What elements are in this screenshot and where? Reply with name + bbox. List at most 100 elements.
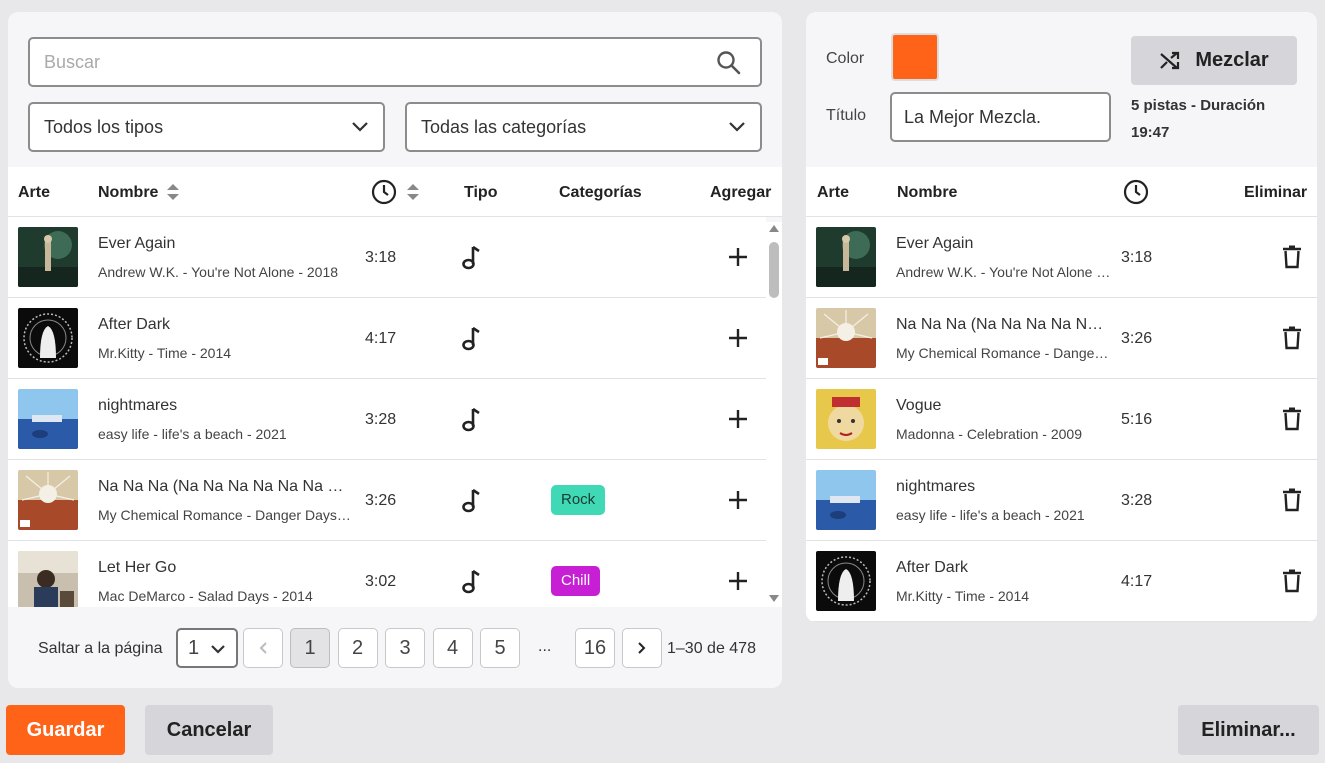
- category-tag: Chill: [551, 566, 601, 596]
- type-filter-select[interactable]: Todos los tipos: [28, 102, 385, 152]
- track-title: After Dark: [896, 559, 969, 576]
- col-art: Arte: [817, 184, 850, 201]
- track-title: Na Na Na (Na Na Na Na Na Na Na Na Na): [896, 316, 1111, 333]
- title-label: Título: [826, 107, 867, 124]
- mix-row[interactable]: Na Na Na (Na Na Na Na Na Na Na Na Na) My …: [806, 298, 1317, 379]
- track-title: Vogue: [896, 397, 942, 414]
- category-tag: Rock: [551, 485, 606, 515]
- cancel-button[interactable]: Cancelar: [145, 705, 273, 755]
- remove-track-button[interactable]: [1282, 488, 1302, 517]
- add-track-button[interactable]: [728, 247, 748, 272]
- track-duration: 3:18: [365, 249, 397, 266]
- search-input[interactable]: [30, 39, 760, 85]
- clock-icon[interactable]: [371, 179, 397, 210]
- remove-track-button[interactable]: [1282, 569, 1302, 598]
- library-row[interactable]: Na Na Na (Na Na Na Na Na Na Na Na Na) My …: [8, 460, 766, 541]
- library-row[interactable]: nightmares easy life - life's a beach - 2…: [8, 379, 766, 460]
- search-icon[interactable]: [716, 50, 742, 81]
- album-art: [816, 389, 876, 449]
- color-swatch[interactable]: [891, 33, 939, 81]
- col-add: Agregar: [710, 184, 772, 201]
- shuffle-button[interactable]: Mezclar: [1131, 36, 1297, 85]
- album-art: [18, 389, 78, 449]
- track-duration: 4:17: [365, 330, 397, 347]
- album-art: [816, 227, 876, 287]
- track-subtitle: My Chemical Romance - Danger Days: The T…: [896, 345, 1111, 361]
- category-filter-select[interactable]: Todas las categorías: [405, 102, 762, 152]
- page-button-3[interactable]: 3: [385, 628, 425, 668]
- track-duration: 3:26: [365, 492, 397, 509]
- remove-track-button[interactable]: [1282, 407, 1302, 436]
- album-art: [18, 227, 78, 287]
- next-page-button[interactable]: [622, 628, 662, 668]
- add-track-button[interactable]: [728, 571, 748, 596]
- page-button-2[interactable]: 2: [337, 628, 378, 668]
- mix-row[interactable]: After Dark Mr.Kitty - Time - 2014 4:17: [806, 541, 1317, 622]
- track-title: After Dark: [98, 316, 171, 333]
- mix-table-header: Arte Nombre Eliminar: [806, 167, 1317, 217]
- remove-track-button[interactable]: [1282, 326, 1302, 355]
- chevron-down-icon: [728, 117, 746, 138]
- title-field[interactable]: [890, 92, 1111, 142]
- track-title: Na Na Na (Na Na Na Na Na Na Na Na Na): [98, 478, 353, 495]
- page-button-1[interactable]: 1: [290, 628, 330, 668]
- add-track-button[interactable]: [728, 409, 748, 434]
- delete-mix-button[interactable]: Eliminar...: [1178, 705, 1319, 755]
- music-note-icon: [462, 326, 480, 351]
- track-subtitle: Andrew W.K. - You're Not Alone - 2018: [896, 264, 1111, 280]
- album-art: [18, 551, 78, 607]
- add-track-button[interactable]: [728, 328, 748, 353]
- library-row[interactable]: Let Her Go Mac DeMarco - Salad Days - 201…: [8, 541, 766, 607]
- mix-row[interactable]: Vogue Madonna - Celebration - 2009 5:16: [806, 379, 1317, 460]
- col-remove: Eliminar: [1244, 184, 1308, 201]
- jump-page-value: 1: [188, 636, 200, 659]
- track-duration: 5:16: [1121, 411, 1153, 428]
- mix-panel: Color Título Mezclar 5 pistas - Duración…: [806, 12, 1317, 622]
- album-art: [816, 470, 876, 530]
- page-button-5[interactable]: 5: [480, 628, 520, 668]
- track-type: [460, 244, 480, 275]
- library-table-header: Arte Nombre Tipo Categorías Agregar: [8, 167, 782, 217]
- category-filter-value: Todas las categorías: [421, 116, 587, 137]
- library-row[interactable]: Ever Again Andrew W.K. - You're Not Alone…: [8, 217, 766, 298]
- mix-row[interactable]: Ever Again Andrew W.K. - You're Not Alone…: [806, 217, 1317, 298]
- track-duration: 3:28: [1121, 492, 1153, 509]
- track-subtitle: easy life - life's a beach - 2021: [896, 507, 1085, 523]
- prev-page-button[interactable]: [243, 628, 283, 668]
- track-subtitle: easy life - life's a beach - 2021: [98, 426, 287, 442]
- track-duration: 4:17: [1121, 573, 1153, 590]
- track-title: Ever Again: [98, 235, 176, 252]
- library-scrollbar[interactable]: [766, 222, 782, 607]
- scrollbar-thumb[interactable]: [769, 242, 779, 298]
- track-duration: 3:02: [365, 573, 397, 590]
- trash-icon: [1283, 326, 1301, 350]
- track-title: Let Her Go: [98, 559, 177, 576]
- scroll-down-icon[interactable]: [768, 593, 780, 603]
- library-table-body: Ever Again Andrew W.K. - You're Not Alone…: [8, 217, 766, 607]
- page-range-text: 1–30 de 478: [667, 640, 756, 657]
- remove-track-button[interactable]: [1282, 245, 1302, 274]
- col-name[interactable]: Nombre: [98, 184, 158, 202]
- page-button-last[interactable]: 16: [575, 628, 615, 668]
- sort-icon[interactable]: [166, 183, 180, 206]
- sort-icon[interactable]: [406, 183, 420, 206]
- page-button-4[interactable]: 4: [432, 628, 473, 668]
- album-art: [816, 308, 876, 368]
- track-title: nightmares: [896, 478, 976, 495]
- track-duration: 3:18: [1121, 249, 1153, 266]
- mix-summary-tracks: 5 pistas - Duración: [1131, 97, 1266, 114]
- mix-summary-duration: 19:47: [1131, 124, 1170, 141]
- library-row[interactable]: After Dark Mr.Kitty - Time - 2014 4:17: [8, 298, 766, 379]
- page-ellipsis: ...: [538, 638, 552, 655]
- save-button[interactable]: Guardar: [6, 705, 125, 755]
- track-duration: 3:28: [365, 411, 397, 428]
- mix-row[interactable]: nightmares easy life - life's a beach - 2…: [806, 460, 1317, 541]
- jump-page-select[interactable]: 1: [176, 628, 238, 668]
- title-input[interactable]: [892, 94, 1109, 140]
- add-track-button[interactable]: [728, 490, 748, 515]
- shuffle-icon: [1160, 51, 1180, 69]
- trash-icon: [1283, 569, 1301, 593]
- scroll-up-icon[interactable]: [768, 224, 780, 234]
- col-categories: Categorías: [559, 184, 642, 201]
- trash-icon: [1283, 488, 1301, 512]
